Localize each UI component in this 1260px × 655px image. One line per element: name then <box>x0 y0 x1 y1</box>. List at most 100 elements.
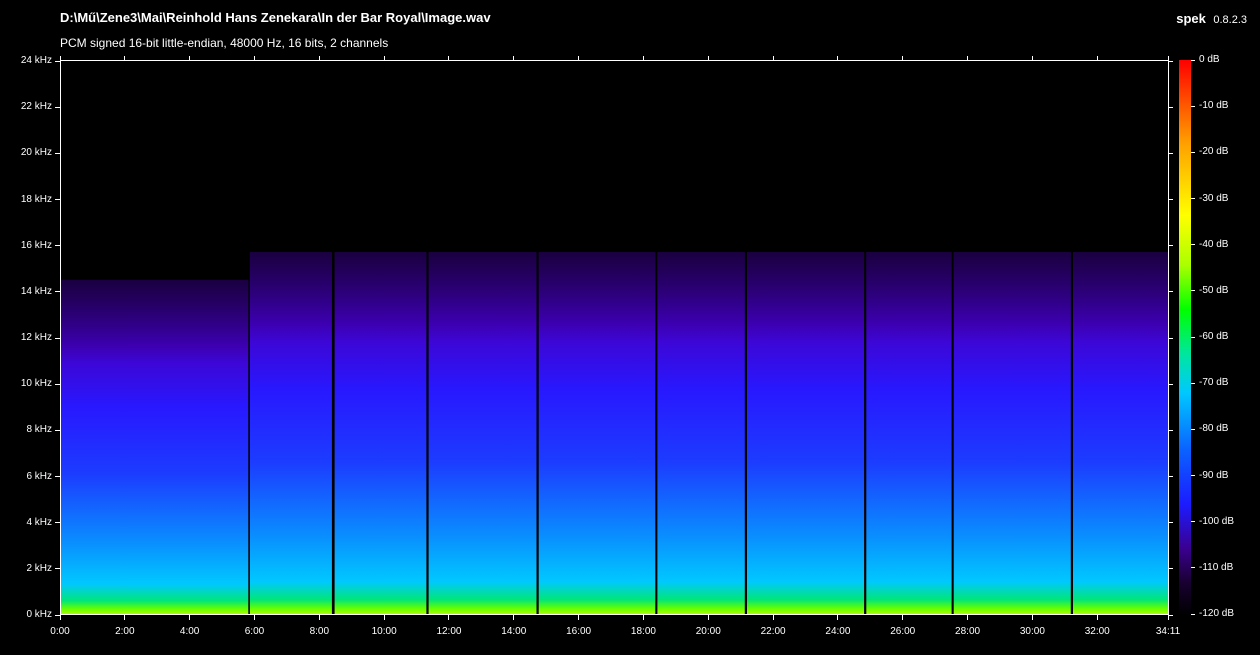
colorbar-tick <box>1191 382 1195 384</box>
x-axis-tick-top <box>383 56 385 60</box>
colorbar-tick <box>1191 521 1195 523</box>
spectrogram-plot <box>60 60 1169 615</box>
x-axis-tick-label: 28:00 <box>955 626 981 637</box>
db-colorbar <box>1179 60 1191 615</box>
colorbar-tick <box>1191 336 1195 338</box>
audio-format-info: PCM signed 16-bit little-endian, 48000 H… <box>60 36 389 50</box>
colorbar-tick <box>1191 198 1195 199</box>
colorbar-tick <box>1191 567 1195 569</box>
x-axis-tick-label: 16:00 <box>566 626 592 637</box>
x-axis-tick <box>124 615 126 620</box>
y-axis-tick-right <box>1169 383 1173 385</box>
x-axis-tick-label: 20:00 <box>695 626 721 637</box>
y-axis-tick <box>55 291 60 293</box>
y-axis-tick <box>55 152 60 154</box>
x-axis-tick-label: 8:00 <box>309 626 330 637</box>
y-axis-tick-right <box>1169 429 1173 431</box>
colorbar-tick-label: -50 dB <box>1199 284 1229 296</box>
x-axis-tick-label: 32:00 <box>1084 626 1110 637</box>
y-axis-tick-label: 20 kHz <box>20 147 52 159</box>
x-axis-tick-top <box>578 56 580 60</box>
spectrogram-track-fade-3 <box>334 252 427 614</box>
colorbar-gradient <box>1179 60 1191 615</box>
y-axis-tick <box>55 245 60 247</box>
colorbar-tick-label: -40 dB <box>1199 238 1229 250</box>
x-axis-tick-top <box>642 56 644 60</box>
y-axis-tick <box>55 476 60 477</box>
x-axis-tick-top <box>902 56 904 60</box>
spectrogram-track-fade-10 <box>1073 252 1168 614</box>
x-axis-tick <box>1167 615 1169 620</box>
spectrogram-track-fade-8 <box>866 252 952 614</box>
x-axis-tick-label: 4:00 <box>179 626 200 637</box>
y-axis-tick-label: 24 kHz <box>20 55 52 66</box>
x-axis-tick-label: 24:00 <box>825 626 851 637</box>
y-axis-tick-right <box>1169 60 1173 62</box>
y-axis-tick-label: 8 kHz <box>26 424 52 436</box>
y-axis-tick-right <box>1169 106 1173 108</box>
app-name: spek <box>1176 11 1206 26</box>
x-axis-tick <box>578 615 580 620</box>
y-axis-tick <box>55 429 60 431</box>
colorbar-tick-label: -80 dB <box>1199 423 1229 435</box>
spectrogram-track-fade-9 <box>953 252 1071 614</box>
x-axis-tick-label: 14:00 <box>501 626 527 637</box>
colorbar-tick <box>1191 290 1195 292</box>
colorbar-tick-label: -20 dB <box>1199 146 1229 158</box>
y-axis-tick <box>55 337 60 339</box>
colorbar-tick <box>1191 244 1195 246</box>
y-axis-tick-label: 2 kHz <box>26 562 52 574</box>
y-axis-tick <box>55 106 60 108</box>
x-axis-tick <box>707 615 709 620</box>
y-axis-tick-label: 0 kHz <box>26 609 52 620</box>
y-axis-tick-label: 18 kHz <box>20 193 52 205</box>
x-axis-tick-label: 26:00 <box>890 626 916 637</box>
x-axis-tick <box>967 615 969 620</box>
spectrogram-track-fade-5 <box>538 252 656 614</box>
spectrogram-svg <box>61 252 1168 614</box>
x-axis-tick <box>383 615 385 620</box>
spectrogram-track-fade-6 <box>657 252 745 614</box>
colorbar-tick <box>1191 105 1195 107</box>
colorbar-tick-label: -90 dB <box>1199 469 1229 481</box>
y-axis-tick-right <box>1169 614 1173 616</box>
colorbar-tick-label: 0 dB <box>1199 54 1220 65</box>
app-version: 0.8.2.3 <box>1213 14 1247 26</box>
x-axis-tick-label: 30:00 <box>1019 626 1045 637</box>
x-axis-tick <box>1031 615 1033 620</box>
x-axis-tick <box>837 615 839 620</box>
x-axis-tick-label: 18:00 <box>630 626 656 637</box>
x-axis-tick-top <box>837 56 839 60</box>
y-axis-tick-right <box>1169 476 1173 477</box>
spectrogram-track-fade-4 <box>428 252 537 614</box>
x-axis-tick <box>642 615 644 620</box>
x-axis-tick-label: 12:00 <box>436 626 462 637</box>
y-axis-tick <box>55 383 60 385</box>
y-axis-tick-right <box>1169 152 1173 154</box>
x-axis-tick-top <box>318 56 320 60</box>
spectrogram-track-fade-1 <box>61 279 249 614</box>
y-axis-tick <box>55 60 60 62</box>
y-axis-tick-label: 14 kHz <box>20 285 52 297</box>
x-axis-tick-label: 6:00 <box>244 626 265 637</box>
y-axis-tick-right <box>1169 245 1173 247</box>
x-axis-tick-top <box>513 56 515 60</box>
colorbar-tick-label: -110 dB <box>1199 561 1234 573</box>
x-axis-tick <box>1096 615 1098 620</box>
colorbar-tick-label: -70 dB <box>1199 377 1229 389</box>
colorbar-tick-label: -10 dB <box>1199 100 1229 112</box>
x-axis-tick-top <box>189 56 191 60</box>
y-axis-tick-right <box>1169 522 1173 524</box>
colorbar-tick <box>1191 613 1195 615</box>
y-axis-tick-label: 16 kHz <box>20 239 52 251</box>
x-axis-tick <box>513 615 515 620</box>
y-axis-tick <box>55 199 60 200</box>
x-axis-tick-top <box>967 56 969 60</box>
x-axis-tick <box>772 615 774 620</box>
x-axis-tick-top <box>448 56 450 60</box>
x-axis-tick-top <box>1096 56 1098 60</box>
x-axis-tick <box>902 615 904 620</box>
x-axis-tick-top <box>707 56 709 60</box>
x-axis-tick-label: 22:00 <box>760 626 786 637</box>
x-axis-tick <box>253 615 255 620</box>
